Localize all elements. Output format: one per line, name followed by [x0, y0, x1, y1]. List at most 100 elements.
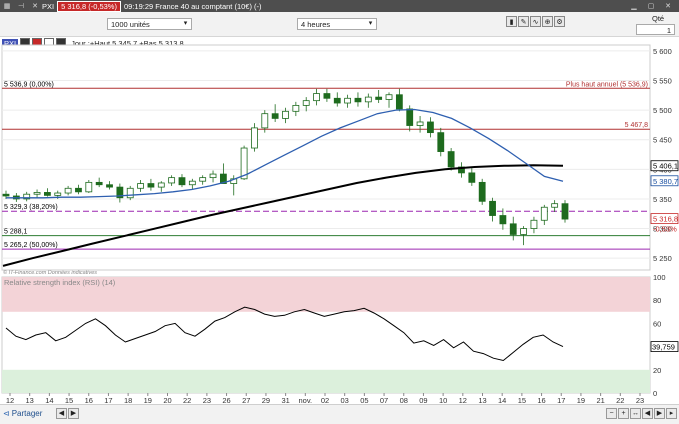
candle-body: [354, 97, 362, 103]
bottom-bar: [0, 404, 679, 424]
candle-body: [395, 94, 403, 110]
window-close-icon[interactable]: ✕: [663, 1, 673, 11]
date-axis: 12 13 14 15 16 17 18 19 20 22 23 26 27 29 31 nov. 02 03 05…: [6, 393, 644, 404]
price-tag-label: 5 316,8: [653, 215, 678, 224]
candle: [447, 148, 455, 171]
candle-body: [313, 93, 320, 102]
candle: [478, 178, 486, 205]
price-tag: 5 316,8: [650, 213, 679, 225]
candle-body: [106, 184, 113, 188]
y-tick-label: 5 500: [653, 106, 672, 115]
candle-body: [85, 181, 93, 193]
rsi-title: Relative strength index (RSI) (14): [4, 278, 116, 287]
zoom-icon[interactable]: ⊕: [542, 16, 553, 27]
candle-body: [302, 100, 310, 106]
x-tick-label: 16: [85, 396, 93, 404]
candle-body: [385, 94, 393, 100]
end-icon[interactable]: ▸: [666, 408, 677, 419]
candle-body: [406, 108, 414, 126]
candle-body: [251, 127, 258, 149]
candle-body: [54, 192, 62, 196]
change-label: -0,53%: [653, 225, 677, 234]
oversold-zone: [2, 369, 650, 393]
rsi-tick-label: 60: [653, 319, 661, 328]
x-tick-label: 14: [498, 396, 506, 404]
candlestick-icon[interactable]: ▮: [506, 16, 517, 27]
candle-body: [468, 172, 476, 183]
candle-body: [178, 177, 186, 186]
candle-body: [520, 228, 527, 235]
x-tick-label: 19: [577, 396, 585, 404]
x-tick-label: 10: [439, 396, 447, 404]
scroll-right-icon[interactable]: ▶: [68, 408, 79, 419]
zoom-out-icon[interactable]: −: [606, 408, 617, 419]
candle-body: [126, 187, 134, 199]
next-icon[interactable]: ▶: [654, 408, 665, 419]
x-tick-label: 17: [104, 396, 112, 404]
candle-body: [2, 193, 10, 197]
x-tick-label: 12: [6, 396, 14, 404]
candle-body: [282, 110, 289, 119]
candle-body: [344, 97, 352, 104]
price-tag: 5 406,1: [650, 160, 679, 172]
scroll-left-icon[interactable]: ◀: [56, 408, 67, 419]
x-tick-label: 15: [65, 396, 73, 404]
y-tick-label: 5 600: [653, 47, 672, 56]
rsi-tick-label: 100: [653, 273, 666, 282]
pin-icon[interactable]: ⊣: [16, 1, 26, 11]
x-tick-label: 09: [419, 396, 427, 404]
share-button[interactable]: ⊲ Partager: [3, 407, 42, 420]
window-title: 09:19:29 France 40 au comptant (10€) (-): [123, 1, 262, 11]
x-tick-label: 23: [203, 396, 211, 404]
x-tick-label: 17: [557, 396, 565, 404]
previous-icon[interactable]: ◀: [642, 408, 653, 419]
maximize-icon[interactable]: ▢: [646, 1, 656, 11]
fit-icon[interactable]: ↔: [630, 408, 641, 419]
indicator-icon[interactable]: ∿: [530, 16, 541, 27]
candle: [126, 185, 134, 201]
rsi-tick-label: 20: [653, 366, 661, 375]
title-bar: ▦ ⊣ ✕ PXI 5 316,8 (-0,53%) 09:19:29 Fran…: [0, 0, 679, 12]
level-label: 5 536,9 (0,00%): [4, 81, 54, 88]
minimize-icon[interactable]: ▁: [629, 1, 639, 11]
candle-body: [64, 187, 72, 194]
chevron-down-icon[interactable]: ▾: [365, 18, 376, 29]
y-tick-label: 5 350: [653, 195, 672, 204]
candle-body: [209, 173, 217, 179]
candle-body: [323, 93, 331, 99]
plot-area: [1, 44, 651, 271]
x-tick-label: 22: [616, 396, 624, 404]
share-label: Partager: [11, 409, 43, 418]
zoom-in-icon[interactable]: +: [618, 408, 629, 419]
y-tick-label: 5 250: [653, 254, 672, 263]
x-tick-label: 13: [26, 396, 34, 404]
candle-body: [561, 203, 569, 220]
x-tick-label: 23: [636, 396, 644, 404]
candle-body: [95, 181, 103, 186]
price-chart[interactable]: 5 536,9 (0,00%) Plus haut annuel (5 536,9…: [0, 34, 679, 404]
x-tick-label: 26: [222, 396, 230, 404]
instrument-name: PXI: [42, 1, 55, 11]
rsi-tick-label: 80: [653, 296, 661, 305]
draw-icon[interactable]: ✎: [518, 16, 529, 27]
candle-body: [499, 215, 507, 225]
quantity-label: Qté: [652, 14, 665, 23]
candle-body: [44, 192, 51, 196]
x-tick-label: 15: [518, 396, 526, 404]
watermark: © IT-Finance.com Données indicatives: [3, 269, 97, 276]
x-tick-label: 14: [45, 396, 53, 404]
settings-icon[interactable]: ⚙: [554, 16, 565, 27]
rsi-value-label: 39,759: [652, 343, 675, 352]
x-tick-label: 07: [380, 396, 388, 404]
level-label: 5 265,2 (50,00%): [4, 242, 58, 249]
candle-body: [333, 97, 341, 104]
candle-body: [447, 151, 455, 168]
candle-body: [540, 206, 548, 221]
price-tag-label: 5 406,1: [653, 162, 678, 171]
level-label: 5 329,3 (38,20%): [4, 204, 58, 211]
chevron-down-icon[interactable]: ▾: [180, 18, 191, 29]
candle-body: [489, 200, 496, 216]
candle-body: [137, 183, 144, 189]
close-icon[interactable]: ✕: [30, 1, 40, 11]
level-label: 5 467,8: [625, 122, 648, 129]
